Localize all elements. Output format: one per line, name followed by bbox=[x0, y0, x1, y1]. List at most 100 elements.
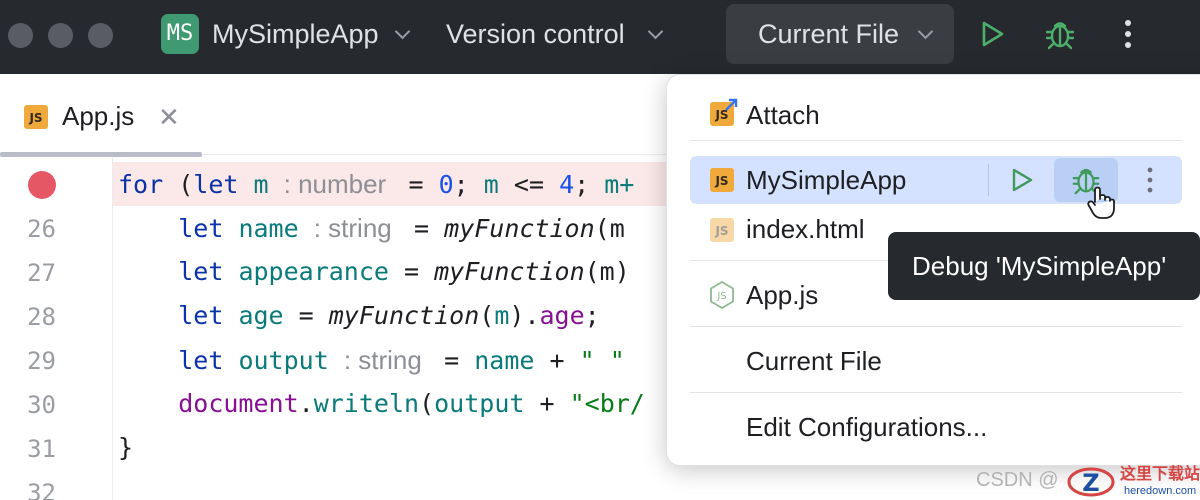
method-call: writeln bbox=[313, 389, 420, 418]
variable: age bbox=[238, 301, 284, 330]
code-punct: ; bbox=[453, 170, 484, 199]
type-hint: : string bbox=[313, 213, 392, 243]
variable: m+ bbox=[604, 170, 635, 199]
variable: name bbox=[474, 346, 535, 375]
code-line-26[interactable]: let name : string = myFunction(m bbox=[118, 212, 625, 245]
code-line-28[interactable]: let age = myFunction(m).age; bbox=[118, 300, 600, 332]
debug-icon[interactable] bbox=[1038, 12, 1082, 56]
breakpoint-icon[interactable] bbox=[28, 171, 56, 199]
svg-text:Z: Z bbox=[1082, 469, 1099, 497]
window-zoom-button[interactable] bbox=[88, 23, 113, 48]
project-name[interactable]: MySimpleApp bbox=[212, 16, 379, 52]
code-punct: (m bbox=[594, 214, 625, 243]
js-file-icon: JS bbox=[710, 218, 734, 242]
project-badge-icon: MS bbox=[161, 14, 199, 54]
site-watermark-name: 这里下载站 bbox=[1120, 464, 1200, 483]
line-number: 32 bbox=[27, 479, 56, 500]
hand-cursor-icon bbox=[1087, 186, 1115, 219]
code-line-27[interactable]: let appearance = myFunction(m) bbox=[118, 256, 630, 288]
code-punct: ; bbox=[574, 170, 605, 199]
variable: m bbox=[253, 170, 269, 199]
closing-brace: } bbox=[118, 433, 134, 462]
keyword: for bbox=[118, 170, 164, 199]
code-punct: + bbox=[524, 389, 570, 418]
gutter-divider bbox=[112, 158, 113, 500]
line-number: 30 bbox=[27, 391, 56, 419]
number-literal: 4 bbox=[559, 170, 575, 199]
popup-separator bbox=[690, 392, 1182, 393]
variable: name bbox=[238, 214, 299, 243]
popup-separator bbox=[690, 140, 1182, 141]
window-close-button[interactable] bbox=[8, 23, 33, 48]
type-hint-text: string bbox=[358, 345, 422, 375]
type-hint-text: string bbox=[328, 213, 392, 243]
line-number: 28 bbox=[27, 303, 56, 331]
popup-item-index-html[interactable]: index.html bbox=[746, 211, 865, 247]
function-call: myFunction bbox=[444, 214, 595, 243]
variable: output bbox=[238, 346, 329, 375]
tab-close-icon[interactable]: ✕ bbox=[158, 100, 180, 134]
row-more-vertical-icon[interactable] bbox=[1146, 166, 1154, 194]
popup-item-edit-configurations[interactable]: Edit Configurations... bbox=[746, 409, 987, 445]
run-configuration-label: Current File bbox=[758, 19, 900, 49]
keyword: let bbox=[193, 170, 239, 199]
run-icon[interactable] bbox=[970, 12, 1014, 56]
popup-item-app-js[interactable]: App.js bbox=[746, 277, 818, 313]
code-punct: = bbox=[398, 214, 445, 243]
object-name: document bbox=[178, 389, 299, 418]
code-punct: = bbox=[429, 346, 475, 375]
more-vertical-icon[interactable] bbox=[1106, 12, 1150, 56]
string-literal: "<br/ bbox=[569, 389, 645, 418]
popup-separator bbox=[690, 326, 1182, 327]
tab-app-js[interactable]: App.js bbox=[62, 98, 134, 134]
type-hint: : string bbox=[343, 345, 422, 375]
nodejs-icon: JS bbox=[710, 280, 734, 310]
number-literal: 0 bbox=[438, 170, 454, 199]
code-punct: . bbox=[298, 389, 314, 418]
variable: appearance bbox=[238, 257, 389, 286]
variable: m bbox=[483, 170, 499, 199]
code-line-29[interactable]: let output : string = name + " " bbox=[118, 344, 625, 377]
js-file-icon: JS bbox=[24, 105, 48, 129]
site-logo-icon: Z bbox=[1067, 467, 1115, 497]
code-punct: ; bbox=[584, 301, 600, 330]
popup-item-attach[interactable]: Attach bbox=[746, 97, 820, 133]
code-punct: = bbox=[388, 257, 435, 286]
code-line-31[interactable]: } bbox=[118, 432, 133, 464]
code-line-30[interactable]: document.writeln(output + "<br/ bbox=[118, 388, 645, 420]
vcs-menu[interactable]: Version control bbox=[446, 16, 625, 52]
code-punct: ( bbox=[479, 301, 495, 330]
attach-arrow-icon bbox=[725, 98, 738, 111]
row-run-icon[interactable] bbox=[1008, 166, 1036, 194]
js-file-icon: JS bbox=[710, 168, 734, 192]
keyword: let bbox=[178, 257, 224, 286]
code-punct: <= bbox=[498, 170, 560, 199]
code-punct: ( bbox=[419, 389, 435, 418]
active-tab-indicator bbox=[0, 152, 202, 157]
variable: output bbox=[434, 389, 525, 418]
svg-text:JS: JS bbox=[716, 291, 726, 302]
popup-item-current-file[interactable]: Current File bbox=[746, 343, 882, 379]
popup-item-mysimpleapp[interactable]: MySimpleApp bbox=[746, 162, 906, 198]
line-number: 29 bbox=[27, 347, 56, 375]
code-punct: = bbox=[393, 170, 439, 199]
keyword: let bbox=[178, 214, 224, 243]
line-number: 27 bbox=[27, 259, 56, 287]
line-number: 31 bbox=[27, 435, 56, 463]
string-literal: " " bbox=[579, 346, 625, 375]
code-line-25[interactable]: for (let m : number = 0; m <= 4; m+ bbox=[118, 168, 634, 201]
site-watermark-url: heredown.com bbox=[1124, 485, 1197, 497]
code-punct: + bbox=[534, 346, 580, 375]
code-punct: = bbox=[283, 301, 329, 330]
keyword: let bbox=[178, 301, 224, 330]
code-punct: (m) bbox=[584, 257, 630, 286]
type-hint: : number bbox=[283, 169, 387, 199]
row-action-divider bbox=[988, 164, 989, 196]
window-minimize-button[interactable] bbox=[48, 23, 73, 48]
csdn-watermark: CSDN @ bbox=[976, 469, 1059, 491]
debug-tooltip: Debug 'MySimpleApp' bbox=[888, 232, 1200, 300]
property: age bbox=[539, 301, 585, 330]
type-hint-text: number bbox=[298, 169, 387, 199]
code-punct: ). bbox=[509, 301, 540, 330]
